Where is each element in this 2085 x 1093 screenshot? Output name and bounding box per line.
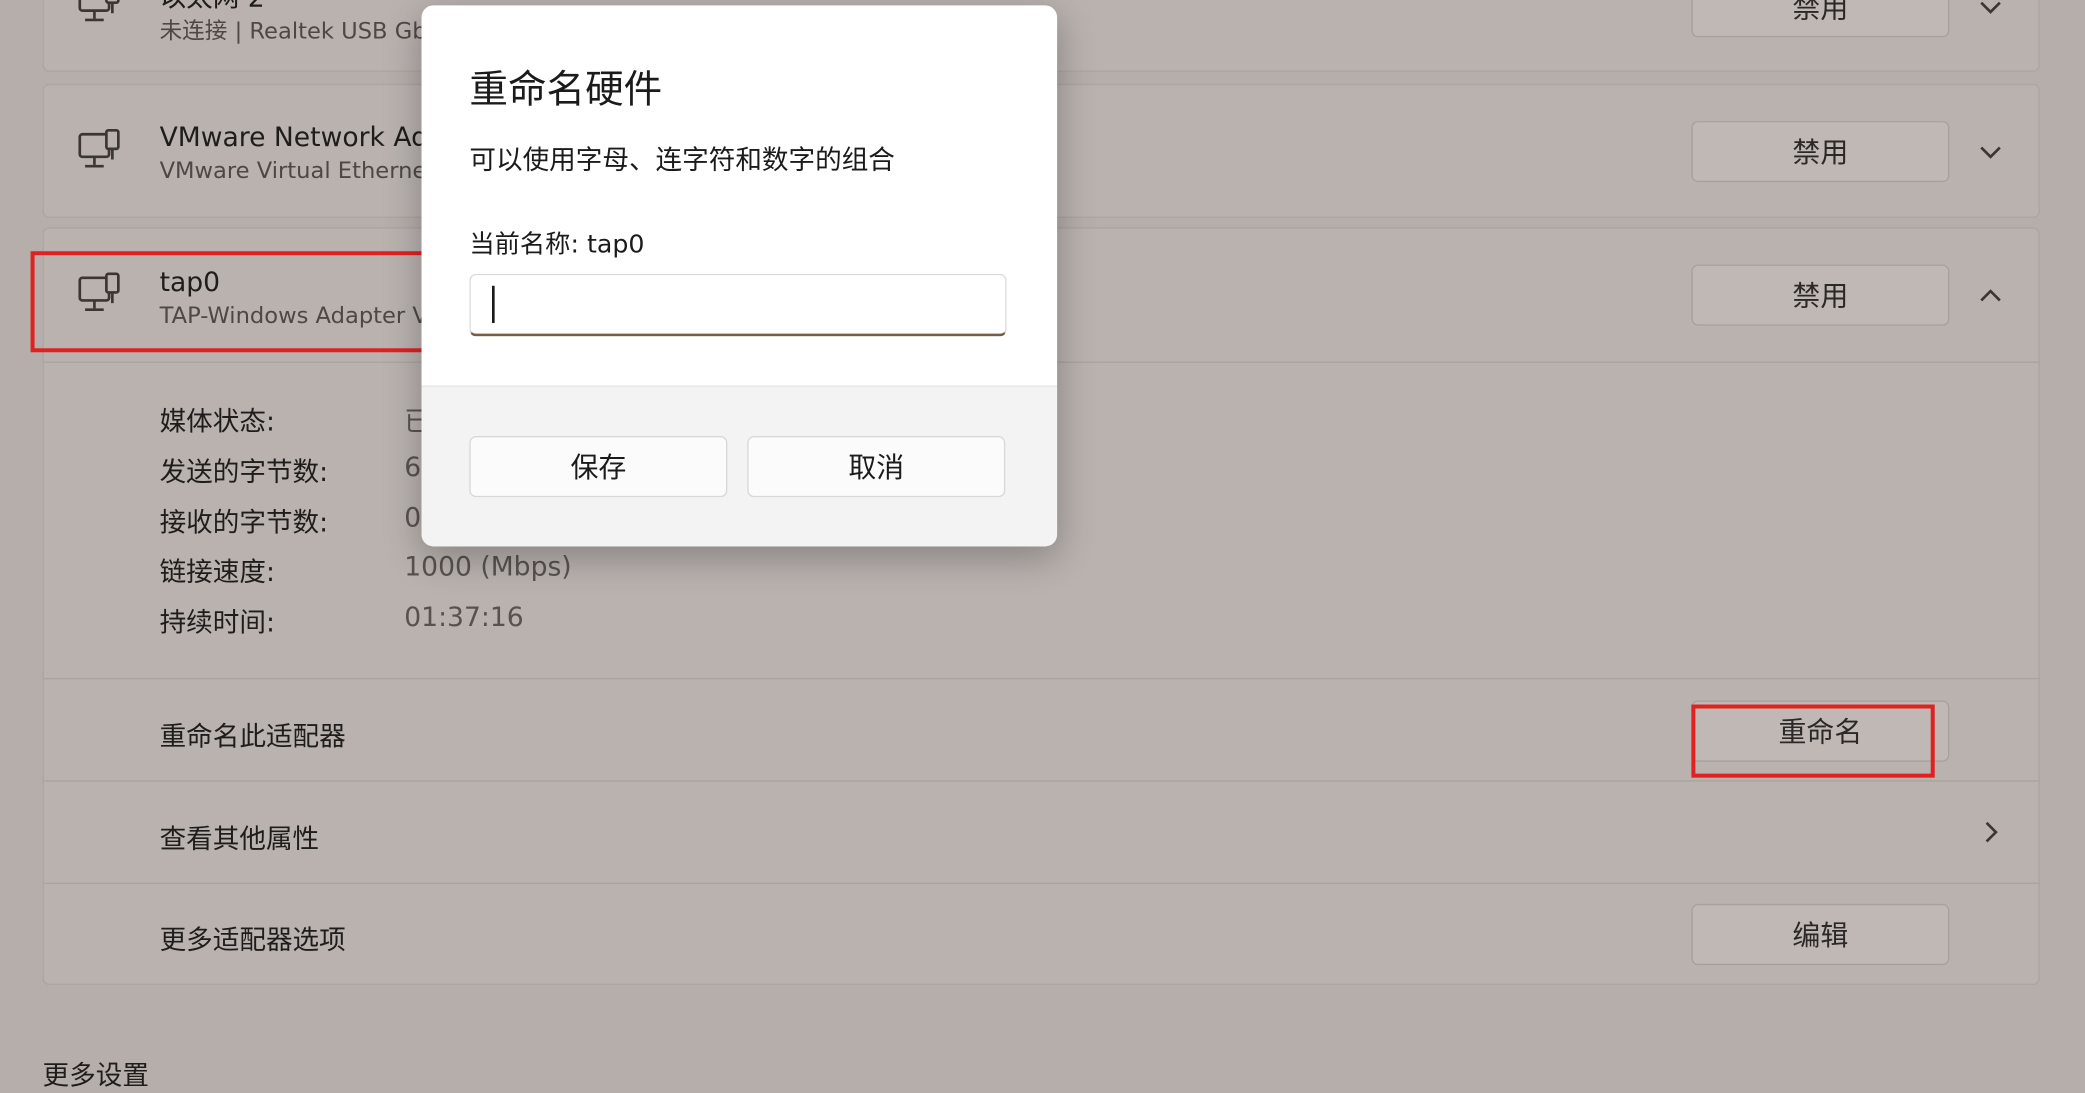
- chevron-up-icon[interactable]: [1976, 280, 2005, 309]
- rename-adapter-label: 重命名此适配器: [159, 720, 346, 753]
- disable-button[interactable]: 禁用: [1691, 264, 1950, 326]
- network-adapter-icon: [78, 128, 120, 168]
- edit-button[interactable]: 编辑: [1691, 903, 1950, 966]
- disable-button[interactable]: 禁用: [1691, 0, 1950, 38]
- network-adapter-icon: [78, 0, 120, 22]
- detail-label: 持续时间:: [159, 606, 275, 639]
- highlight-tap0: [30, 251, 475, 353]
- detail-value: 1000 (Mbps): [404, 550, 572, 583]
- detail-value: 0: [404, 501, 422, 534]
- detail-value: 6: [404, 450, 422, 483]
- divider: [42, 882, 2040, 884]
- divider: [42, 677, 2040, 680]
- new-name-input[interactable]: [469, 273, 1007, 337]
- current-name-label: 当前名称: tap0: [469, 229, 645, 260]
- dialog-title: 重命名硬件: [469, 66, 663, 112]
- rename-hardware-dialog: 重命名硬件 可以使用字母、连字符和数字的组合 当前名称: tap0 保存 取消: [421, 5, 1058, 547]
- detail-label: 发送的字节数:: [159, 455, 329, 488]
- more-adapter-options-label: 更多适配器选项: [159, 923, 346, 956]
- chevron-down-icon[interactable]: [1976, 137, 2005, 166]
- chevron-right-icon[interactable]: [1976, 818, 2005, 847]
- cancel-button[interactable]: 取消: [747, 436, 1006, 498]
- settings-page: 以太网 2 未连接 | Realtek USB GbE Family Contr…: [0, 0, 2085, 1091]
- divider: [42, 780, 2040, 782]
- disable-button[interactable]: 禁用: [1691, 120, 1950, 183]
- detail-label: 链接速度:: [159, 555, 275, 588]
- detail-value: 01:37:16: [404, 600, 524, 633]
- chevron-down-icon[interactable]: [1976, 0, 2005, 21]
- highlight-rename-button: [1691, 704, 1935, 778]
- save-button[interactable]: 保存: [469, 436, 728, 498]
- text-cursor: [491, 285, 495, 324]
- detail-label: 媒体状态:: [159, 405, 275, 438]
- view-properties-label[interactable]: 查看其他属性: [160, 818, 320, 857]
- dialog-subtitle: 可以使用字母、连字符和数字的组合: [469, 143, 895, 176]
- detail-label: 接收的字节数:: [159, 506, 329, 539]
- more-settings-heading: 更多设置: [42, 1059, 149, 1092]
